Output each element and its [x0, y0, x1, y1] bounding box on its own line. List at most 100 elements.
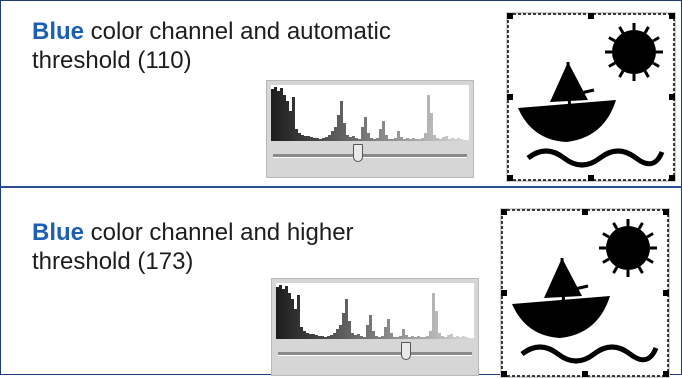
histogram-bar [424, 133, 427, 141]
histogram-bar [391, 139, 394, 141]
histogram-bar [412, 138, 415, 141]
histogram-bar [393, 337, 396, 339]
histogram-bar [403, 139, 406, 141]
histogram-bar [333, 333, 336, 339]
threshold-histogram-panel [266, 80, 474, 178]
histogram-bar [415, 139, 418, 141]
histogram-bar [322, 138, 325, 141]
histogram-bar [328, 135, 331, 141]
threshold-preview-image [506, 12, 676, 182]
histogram-bar [282, 289, 285, 339]
histogram-bar [277, 91, 280, 141]
histogram-bar [427, 95, 430, 141]
boat-preview-svg [507, 13, 675, 181]
histogram-bar [321, 336, 324, 339]
slider-track [273, 154, 467, 158]
histogram-bar [358, 139, 361, 141]
histogram-bar [309, 334, 312, 339]
histogram-bar [285, 286, 288, 339]
threshold-preview-image [500, 208, 670, 378]
histogram-bar [439, 139, 442, 141]
histogram-bar [361, 127, 364, 141]
selection-handle [588, 175, 594, 181]
histogram-bar [468, 338, 471, 339]
histogram-bar [465, 337, 468, 339]
threshold-slider-thumb[interactable] [353, 144, 363, 162]
slider-track [278, 352, 472, 356]
histogram-bar [396, 337, 399, 339]
histogram-bar [271, 89, 274, 141]
selection-handle [507, 175, 513, 181]
histogram-bar [375, 336, 378, 339]
selection-handle [669, 175, 675, 181]
histogram [271, 85, 469, 141]
selection-handle [669, 94, 675, 100]
histogram-bar [441, 336, 444, 339]
histogram-bar [312, 334, 315, 339]
histogram-bar [334, 127, 337, 141]
boat-preview-svg [501, 209, 669, 377]
histogram-bar [349, 137, 352, 141]
histogram-bar [382, 121, 385, 141]
histogram-bar [325, 137, 328, 141]
caption-line2: threshold (173) [32, 248, 194, 275]
histogram-bar [384, 327, 387, 339]
histogram-bar [420, 337, 423, 339]
histogram-bar [274, 87, 277, 141]
histogram-bar [430, 113, 433, 141]
histogram-bar [336, 329, 339, 339]
histogram-bar [319, 139, 322, 141]
caption-line2: threshold (110) [32, 47, 192, 74]
histogram-bar [370, 138, 373, 141]
histogram-bar [354, 335, 357, 339]
sun-shape [606, 226, 650, 270]
selection-handle [501, 290, 507, 296]
histogram-bar [279, 285, 282, 339]
histogram-bar [345, 299, 348, 339]
histogram-bar [318, 336, 321, 339]
selection-handle [501, 371, 507, 377]
histogram-bar [462, 336, 465, 339]
histogram-bar [367, 133, 370, 141]
histogram-bar [372, 331, 375, 339]
histogram-bar [390, 333, 393, 339]
histogram-bar [283, 95, 286, 141]
histogram-bar [466, 140, 469, 141]
histogram-bar [460, 139, 463, 141]
histogram-bar [343, 123, 346, 141]
section-higher-threshold: Blue color channel and higher threshold … [0, 188, 682, 378]
histogram-bar [330, 335, 333, 339]
selection-handle [588, 13, 594, 19]
histogram-bar [429, 331, 432, 339]
histogram-bar [453, 337, 456, 339]
histogram-bar [394, 138, 397, 141]
histogram-bar [292, 97, 295, 141]
histogram-bar [418, 139, 421, 141]
histogram-bar [463, 140, 466, 141]
histogram-bar [456, 336, 459, 339]
histogram-bar [400, 137, 403, 141]
histogram-bar [298, 133, 301, 141]
histogram-bar [447, 335, 450, 339]
caption-line1: color channel and automatic [84, 18, 391, 45]
threshold-histogram-panel [271, 278, 479, 376]
histogram-bar [316, 138, 319, 141]
selection-handle [582, 371, 588, 377]
channel-label: Blue [32, 219, 85, 246]
histogram-bar [457, 138, 460, 141]
caption-line1: color channel and higher [84, 219, 354, 246]
histogram-bar [327, 336, 330, 339]
selection-handle [663, 209, 669, 215]
histogram-bar [307, 136, 310, 141]
histogram-bar [303, 331, 306, 339]
histogram-bar [331, 131, 334, 141]
histogram-bar [444, 337, 447, 339]
histogram-bar [342, 313, 345, 339]
histogram-bar [363, 337, 366, 339]
histogram-bar [388, 139, 391, 141]
selection-handle [507, 13, 513, 19]
histogram-bar [409, 139, 412, 141]
histogram-bar [438, 333, 441, 339]
threshold-slider-thumb[interactable] [401, 342, 411, 360]
histogram-bar [406, 138, 409, 141]
